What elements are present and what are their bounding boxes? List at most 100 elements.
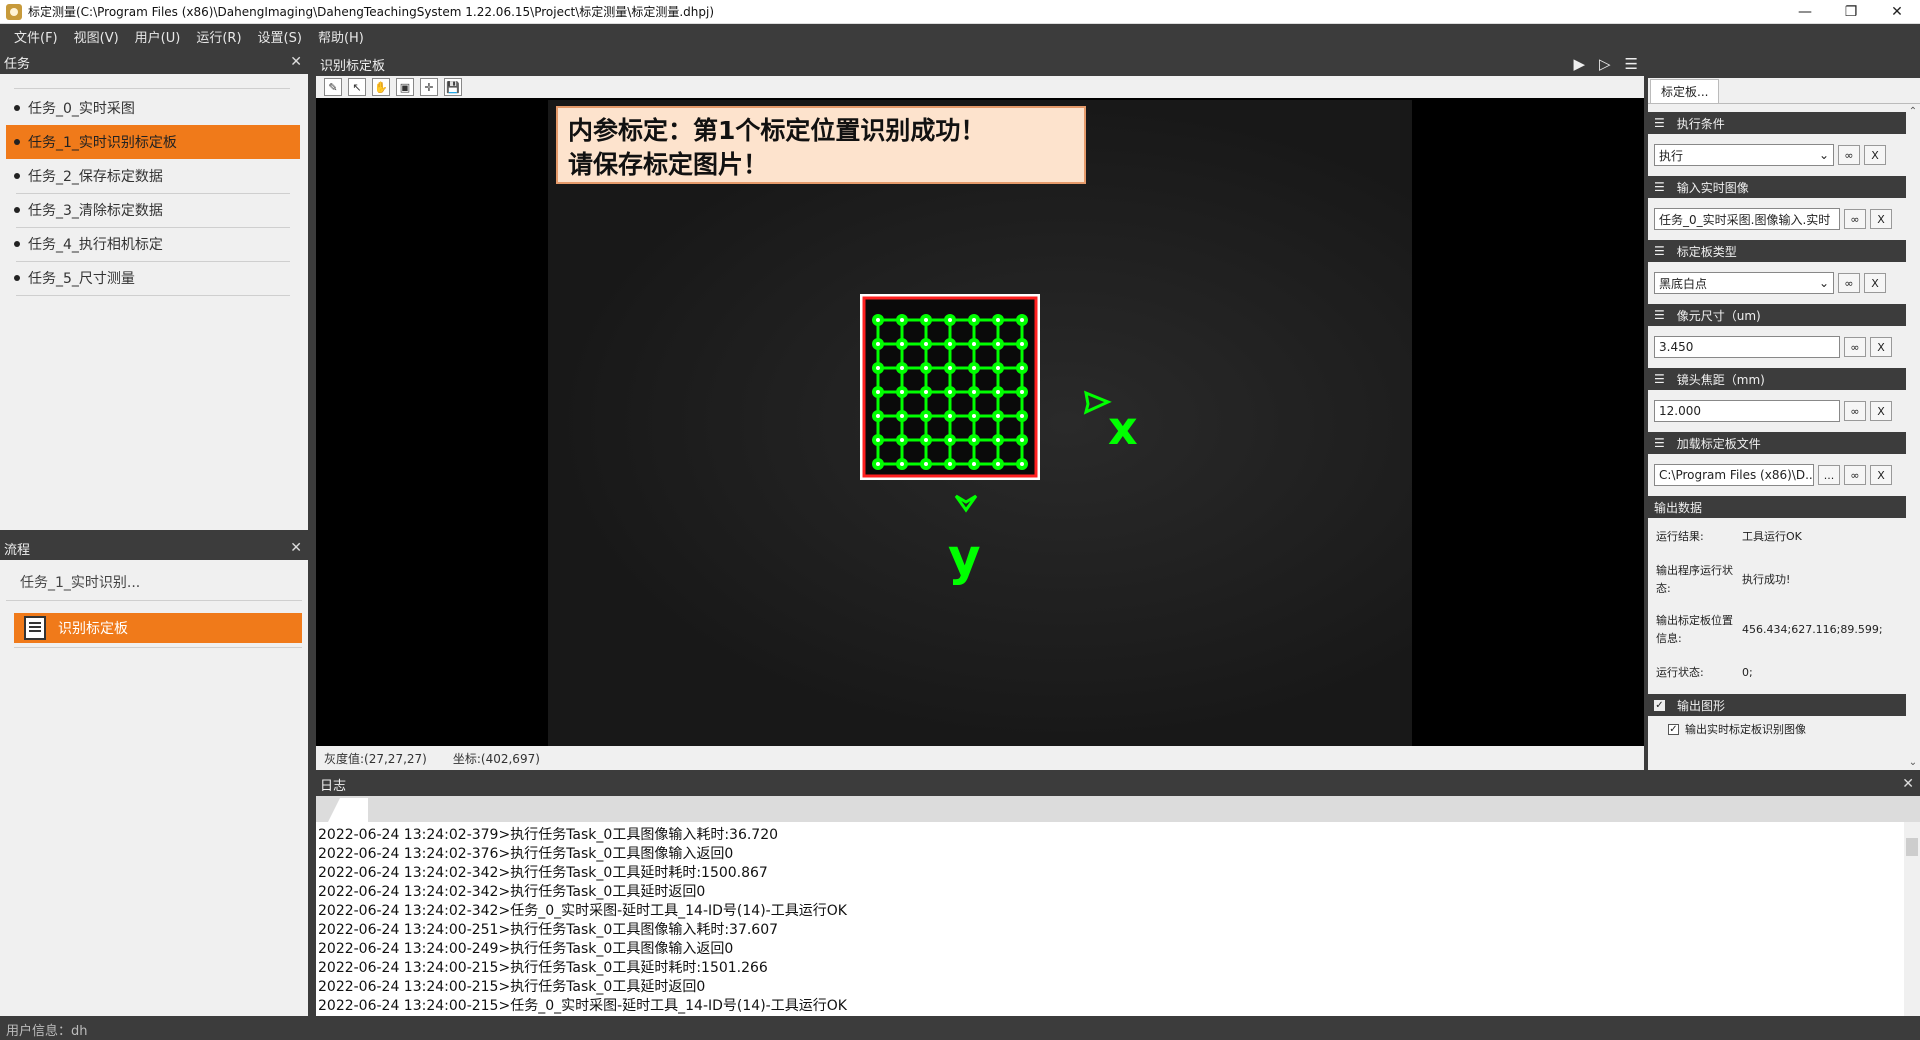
close-button[interactable]: ✕ [1874, 0, 1920, 24]
grid-dot-center [972, 342, 976, 346]
log-line: 2022-06-24 13:24:00-215>任务_0_实时采图-延时工具_1… [318, 998, 847, 1014]
section-output-graphics[interactable]: ✓ 输出图形 [1648, 694, 1906, 716]
exec-condition-select[interactable]: 执行 ⌄ [1654, 144, 1834, 166]
minimize-button[interactable]: — [1782, 0, 1828, 24]
pixel-size-field[interactable]: 3.450 [1654, 336, 1840, 358]
grid-dot-center [996, 342, 1000, 346]
grid-dot-center [1020, 318, 1024, 322]
close-icon[interactable]: ✕ [290, 54, 302, 70]
section-board-type[interactable]: ☰ 标定板类型 [1648, 240, 1906, 262]
graphics-option[interactable]: ✓ 输出实时标定板识别图像 [1648, 716, 1906, 742]
grid-dot-center [948, 414, 952, 418]
hamburger-icon: ☰ [1654, 308, 1665, 322]
menu-bar: 文件(F) 视图(V) 用户(U) 运行(R) 设置(S) 帮助(H) [0, 24, 1920, 48]
clear-button[interactable]: X [1864, 273, 1886, 293]
run-once-icon[interactable]: ▷ [1599, 55, 1611, 73]
grid-dot-center [948, 318, 952, 322]
link-button[interactable]: ∞ [1838, 145, 1860, 165]
clear-button[interactable]: X [1870, 209, 1892, 229]
grid-dot-center [1020, 366, 1024, 370]
user-info: 用户信息：dh [6, 1023, 88, 1039]
restore-button[interactable]: ❐ [1828, 0, 1874, 24]
hamburger-icon: ☰ [1654, 436, 1665, 450]
grid-dot-center [972, 414, 976, 418]
crosshair-icon[interactable]: ✛ [420, 78, 438, 96]
menu-help[interactable]: 帮助(H) [312, 27, 370, 46]
output-value: 工具运行OK [1742, 530, 1802, 543]
log-line: 2022-06-24 13:24:00-251>执行任务Task_0工具图像输入… [318, 922, 779, 938]
section-input-image[interactable]: ☰ 输入实时图像 [1648, 176, 1906, 198]
task-item-4[interactable]: 任务_4_执行相机标定 [6, 227, 300, 262]
board-file-field[interactable]: C:\Program Files (x86)\D... [1654, 464, 1814, 486]
link-button[interactable]: ∞ [1838, 273, 1860, 293]
grid-dot-center [972, 390, 976, 394]
task-item-1[interactable]: 任务_1_实时识别标定板 [6, 125, 300, 159]
menu-user[interactable]: 用户(U) [129, 27, 187, 46]
status-bar: 用户信息：dh [0, 1018, 1920, 1040]
cursor-coordinate: 坐标:(402,697) [452, 751, 540, 766]
section-exec-condition[interactable]: ☰ 执行条件 [1648, 112, 1906, 134]
link-button[interactable]: ∞ [1844, 337, 1866, 357]
fit-icon[interactable]: ▣ [396, 78, 414, 96]
grid-dot-center [876, 414, 880, 418]
edit-icon[interactable]: ✎ [324, 78, 342, 96]
link-button[interactable]: ∞ [1844, 209, 1866, 229]
section-board-file[interactable]: ☰ 加载标定板文件 [1648, 432, 1906, 454]
board-type-select[interactable]: 黑底白点 ⌄ [1654, 272, 1834, 294]
task-item-2[interactable]: 任务_2_保存标定数据 [6, 159, 300, 194]
flow-node[interactable]: 识别标定板 [14, 613, 302, 643]
image-viewport[interactable]: x y 内参标定：第1个标定位置识别成功！ 请保存标定图片！ [316, 100, 1644, 746]
log-tabbar [316, 796, 1920, 822]
chevron-down-icon: ⌄ [1818, 148, 1829, 162]
param-scrollbar[interactable]: ⌃ ⌄ [1906, 104, 1920, 770]
input-image-field[interactable]: 任务_0_实时采图.图像输入.实时 [1654, 208, 1840, 230]
checkbox-icon[interactable]: ✓ [1668, 723, 1679, 735]
grid-dot-center [876, 342, 880, 346]
task-item-0[interactable]: 任务_0_实时采图 [6, 91, 300, 126]
image-panel-header: 识别标定板 ▶ ▷ ☰ [316, 52, 1644, 76]
grid-dot-center [876, 390, 880, 394]
tab-calibration-board[interactable]: 标定板... [1650, 79, 1720, 103]
window-title: 标定测量(C:\Program Files (x86)\DahengImagin… [28, 5, 715, 19]
menu-icon[interactable]: ☰ [1625, 55, 1638, 73]
log-line: 2022-06-24 13:24:02-342>执行任务Task_0工具延时返回… [318, 884, 706, 900]
image-panel: 识别标定板 ▶ ▷ ☰ ✎ ↖ ✋ ▣ ✛ 💾 x y 内参标定：第1个标定位置 [316, 52, 1644, 770]
grid-dot-center [900, 366, 904, 370]
clear-button[interactable]: X [1864, 145, 1886, 165]
browse-button[interactable]: ... [1818, 465, 1840, 485]
menu-view[interactable]: 视图(V) [68, 27, 125, 46]
grid-dot-center [924, 366, 928, 370]
grid-dot-center [900, 342, 904, 346]
task-panel-header: 任务 ✕ [0, 50, 308, 74]
grid-dot-center [924, 342, 928, 346]
grid-dot-center [948, 438, 952, 442]
save-icon[interactable]: 💾 [444, 78, 462, 96]
menu-run[interactable]: 运行(R) [190, 27, 247, 46]
menu-file[interactable]: 文件(F) [8, 27, 64, 46]
section-pixel-size[interactable]: ☰ 像元尺寸（um) [1648, 304, 1906, 326]
log-tab[interactable] [328, 798, 368, 822]
log-scrollbar[interactable] [1904, 822, 1920, 1016]
scroll-thumb[interactable] [1906, 838, 1918, 856]
clear-button[interactable]: X [1870, 337, 1892, 357]
menu-settings[interactable]: 设置(S) [252, 27, 308, 46]
clear-button[interactable]: X [1870, 401, 1892, 421]
image-toolbar: ✎ ↖ ✋ ▣ ✛ 💾 [316, 76, 1644, 98]
task-item-3[interactable]: 任务_3_清除标定数据 [6, 193, 300, 228]
focal-length-field[interactable]: 12.000 [1654, 400, 1840, 422]
link-button[interactable]: ∞ [1844, 465, 1866, 485]
document-icon [24, 616, 46, 640]
run-icon[interactable]: ▶ [1573, 55, 1585, 73]
grid-dot-center [996, 414, 1000, 418]
hand-icon[interactable]: ✋ [372, 78, 390, 96]
link-button[interactable]: ∞ [1844, 401, 1866, 421]
checkbox-icon[interactable]: ✓ [1654, 699, 1665, 711]
close-icon[interactable]: ✕ [1902, 776, 1914, 792]
section-focal-length[interactable]: ☰ 镜头焦距（mm) [1648, 368, 1906, 390]
scroll-down-icon: ⌄ [1908, 757, 1918, 768]
pointer-icon[interactable]: ↖ [348, 78, 366, 96]
clear-button[interactable]: X [1870, 465, 1892, 485]
task-item-5[interactable]: 任务_5_尺寸测量 [6, 261, 300, 296]
grid-dot-center [1020, 390, 1024, 394]
close-icon[interactable]: ✕ [290, 540, 302, 556]
